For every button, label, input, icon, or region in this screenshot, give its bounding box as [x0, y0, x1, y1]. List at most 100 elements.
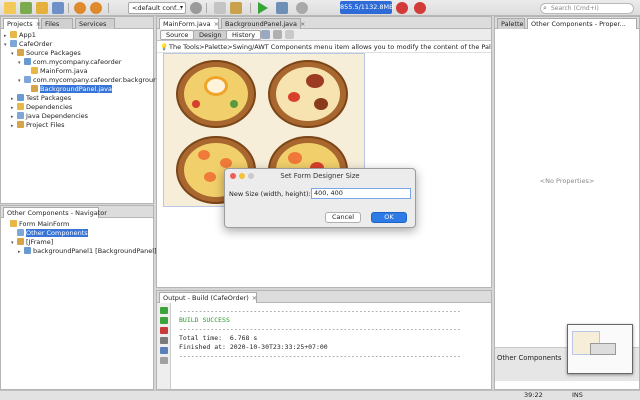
projects_panel-tree-item[interactable]: ▾ com.mycompany.cafeorder: [18, 58, 121, 67]
projects_panel-tree-label: com.mycompany.cafeorder: [33, 58, 122, 66]
redo-icon[interactable]: [90, 2, 102, 14]
projects_panel-tree-label: MainForm.java: [40, 67, 88, 75]
navigator_panel-tree-item[interactable]: ▾ [JFrame]: [11, 238, 53, 247]
profile-icon[interactable]: [296, 2, 308, 14]
output-line: ----------------------------------------…: [179, 325, 461, 333]
configuration-select[interactable]: <default conf... ▾: [128, 2, 186, 14]
navigator-panel: Other Components - Navigator Form MainFo…: [0, 205, 157, 390]
close-icon[interactable]: ×: [300, 20, 305, 28]
navigator_panel-tree-label: Other Components: [26, 229, 88, 237]
tab-backgroundpanel[interactable]: BackgroundPanel.java ×: [221, 18, 305, 29]
selection-mode-icon[interactable]: [261, 30, 270, 39]
projects-panel: Projects × Files Services ▸ App1 ▾ CafeOrder…: [0, 16, 165, 204]
search-icon: ⌕: [543, 4, 547, 12]
dialog-title: Set Form Designer Size: [280, 172, 360, 180]
thumbnail-preview[interactable]: [567, 324, 633, 374]
right-tabbar: Palette Other Components - Proper...: [495, 17, 639, 29]
tab-output-build[interactable]: Output - Build (CafeOrder) ×: [159, 292, 257, 303]
navigator-tabbar: Other Components - Navigator: [1, 206, 153, 218]
close-icon[interactable]: ×: [214, 20, 219, 28]
design-button[interactable]: Design: [193, 30, 228, 40]
search-input[interactable]: ⌕ Search (Cmd+I): [540, 3, 634, 14]
node-icon: [17, 229, 24, 236]
connection-mode-icon[interactable]: [273, 30, 282, 39]
palette-hint-text: The Tools>Palette>Swing/AWT Components m…: [169, 43, 491, 51]
node-icon: [24, 76, 31, 83]
tab-mainform[interactable]: MainForm.java ×: [159, 18, 219, 29]
projects_panel-tree-item[interactable]: BackgroundPanel.java: [25, 85, 112, 94]
navigator_panel-tree-label: backgroundPanel1 [BackgroundPanel]: [33, 247, 157, 255]
output-console[interactable]: ----------------------------------------…: [179, 307, 481, 389]
projects_panel-tree-item[interactable]: MainForm.java: [25, 67, 88, 76]
info-icon[interactable]: [160, 347, 168, 354]
target-icon[interactable]: [190, 2, 202, 14]
projects_panel-tree-item[interactable]: ▸ Dependencies: [11, 103, 72, 112]
close-icon[interactable]: ×: [252, 294, 257, 302]
new-file-icon[interactable]: [4, 2, 16, 14]
navigator_panel-tree-item[interactable]: Form MainForm: [4, 220, 69, 229]
projects-tabbar: Projects × Files Services: [1, 17, 153, 29]
no-properties-text: <No Properties>: [539, 177, 595, 185]
build-icon[interactable]: [214, 2, 226, 14]
run-icon[interactable]: [258, 2, 268, 14]
undo-icon[interactable]: [74, 2, 86, 14]
rerun-icon[interactable]: [160, 307, 168, 314]
node-icon: [24, 58, 31, 65]
pause-io-icon[interactable]: [414, 2, 426, 14]
rerun-goals-icon[interactable]: [160, 317, 168, 324]
node-icon: [17, 121, 24, 128]
open-project-icon[interactable]: [36, 2, 48, 14]
output-title: Output - Build (CafeOrder): [163, 294, 249, 302]
history-button[interactable]: History: [226, 30, 262, 40]
settings-icon[interactable]: [160, 337, 168, 344]
debug-icon[interactable]: [276, 2, 288, 14]
size-input[interactable]: 400, 400: [311, 188, 411, 199]
navigator_panel-tree-label: Form MainForm: [19, 220, 70, 228]
pizza-image: [268, 60, 348, 128]
gc-icon[interactable]: [396, 2, 408, 14]
tab-services[interactable]: Services: [75, 18, 115, 29]
tab-mainform-label: MainForm.java: [163, 20, 211, 28]
tab-files[interactable]: Files: [41, 18, 73, 29]
navigator_panel-tree-item[interactable]: ▸ backgroundPanel1 [BackgroundPanel]: [18, 247, 157, 256]
stop-icon[interactable]: [160, 327, 168, 334]
caret-position: 39:22: [524, 391, 543, 399]
source-button[interactable]: Source: [160, 30, 195, 40]
size-label: New Size (width, height):: [229, 190, 311, 198]
projects_panel-tree-label: Test Packages: [26, 94, 72, 102]
editor-tabbar: MainForm.java × BackgroundPanel.java ×: [157, 17, 491, 29]
output-gutter: [157, 303, 171, 389]
projects_panel-tree-item[interactable]: ▾ Source Packages: [11, 49, 81, 58]
preview-design-icon[interactable]: [285, 30, 294, 39]
new-project-icon[interactable]: [20, 2, 32, 14]
projects_panel-tree-item[interactable]: ▸ Java Dependencies: [11, 112, 88, 121]
output-line: ----------------------------------------…: [179, 352, 461, 360]
projects_panel-tree-label: Source Packages: [26, 49, 81, 57]
projects_panel-tree-item[interactable]: ▾ CafeOrder: [4, 40, 52, 49]
tab-palette-label: Palette: [501, 20, 524, 28]
set-form-designer-size-dialog: Set Form Designer Size New Size (width, …: [224, 168, 416, 228]
projects_panel-tree-item[interactable]: ▸ App1: [4, 31, 36, 40]
clean-build-icon[interactable]: [230, 2, 242, 14]
save-all-icon[interactable]: [52, 2, 64, 14]
navigator-title: Other Components - Navigator: [7, 209, 107, 217]
navigator_panel-tree-item[interactable]: Other Components: [11, 229, 88, 238]
navigator_panel-tree-label: [JFrame]: [26, 238, 54, 246]
node-icon: [31, 67, 38, 74]
projects_panel-tree-item[interactable]: ▾ com.mycompany.cafeorder.backgrounds: [18, 76, 165, 85]
projects_panel-tree-item[interactable]: ▸ Project Files: [11, 121, 65, 130]
status-bar: 39:22 INS: [0, 390, 640, 400]
projects_panel-tree-label: Project Files: [26, 121, 65, 129]
ok-button[interactable]: OK: [371, 212, 407, 223]
projects_panel-tree-label: CafeOrder: [19, 40, 53, 48]
cancel-button[interactable]: Cancel: [325, 212, 361, 223]
memory-indicator[interactable]: 855.5/1132.8MB: [340, 1, 394, 14]
tab-properties[interactable]: Other Components - Proper...: [527, 18, 637, 29]
tab-projects[interactable]: Projects ×: [3, 18, 41, 29]
tab-palette[interactable]: Palette: [497, 18, 525, 29]
clear-icon[interactable]: [160, 357, 168, 364]
output-line: BUILD SUCCESS: [179, 316, 230, 324]
tab-navigator[interactable]: Other Components - Navigator: [3, 207, 107, 218]
projects_panel-tree-item[interactable]: ▸ Test Packages: [11, 94, 71, 103]
node-icon: [17, 103, 24, 110]
